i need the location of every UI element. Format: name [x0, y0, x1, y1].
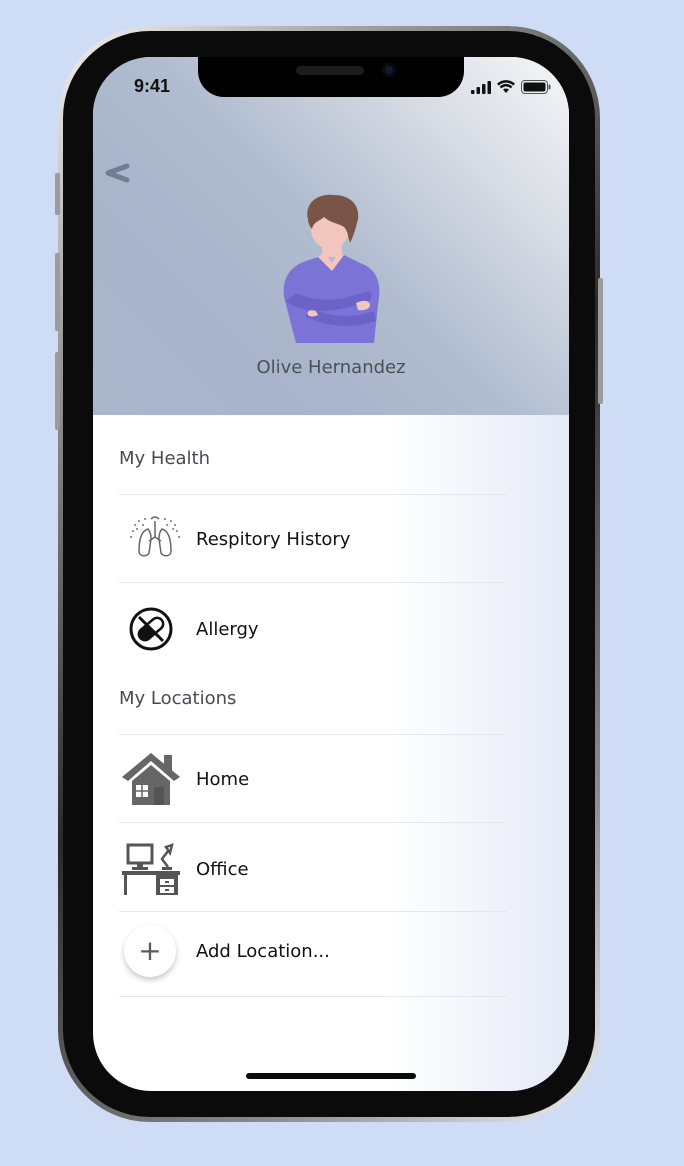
status-icons: [471, 80, 551, 94]
section-title-health: My Health: [119, 448, 211, 469]
section-title-locations: My Locations: [119, 688, 237, 709]
power-button: [598, 278, 603, 404]
list-item-respiratory-history[interactable]: Respitory History: [119, 495, 507, 583]
list-item-office[interactable]: Office: [119, 825, 507, 913]
battery-icon: [521, 80, 551, 94]
status-time: 9:41: [134, 76, 171, 96]
notch: [198, 57, 464, 97]
back-button[interactable]: [99, 153, 135, 189]
lungs-icon: [130, 516, 180, 557]
plus-icon[interactable]: +: [124, 925, 176, 977]
speaker: [296, 66, 364, 75]
add-location-label: Add Location...: [196, 940, 330, 962]
front-camera: [382, 63, 396, 77]
list-item-label: Allergy: [196, 618, 259, 640]
list-item-label: Respitory History: [196, 528, 351, 550]
divider: [119, 996, 507, 997]
avatar[interactable]: [278, 193, 384, 351]
list-item-label: Office: [196, 858, 249, 880]
chevron-left-icon: [105, 163, 130, 183]
list-item-label: Home: [196, 768, 250, 790]
divider: [119, 822, 507, 823]
profile-header: 9:41 Olive Hernandez: [93, 57, 569, 415]
mute-switch: [55, 173, 60, 215]
list-item-home[interactable]: Home: [119, 735, 507, 823]
volume-down-button: [55, 352, 60, 430]
profile-name: Olive Hernandez: [256, 357, 406, 378]
house-icon: [122, 753, 180, 805]
no-pill-icon: [129, 607, 173, 651]
home-indicator[interactable]: [246, 1073, 416, 1079]
divider: [119, 582, 507, 583]
desk-icon: [122, 843, 180, 895]
wifi-icon: [497, 80, 515, 93]
volume-up-button: [55, 253, 60, 331]
list-item-allergy[interactable]: Allergy: [119, 585, 507, 673]
add-location-button[interactable]: + Add Location...: [119, 907, 507, 995]
screen: 9:41 Olive Hernandez My Health Respitory…: [93, 57, 569, 1091]
cellular-signal-icon: [471, 81, 491, 94]
